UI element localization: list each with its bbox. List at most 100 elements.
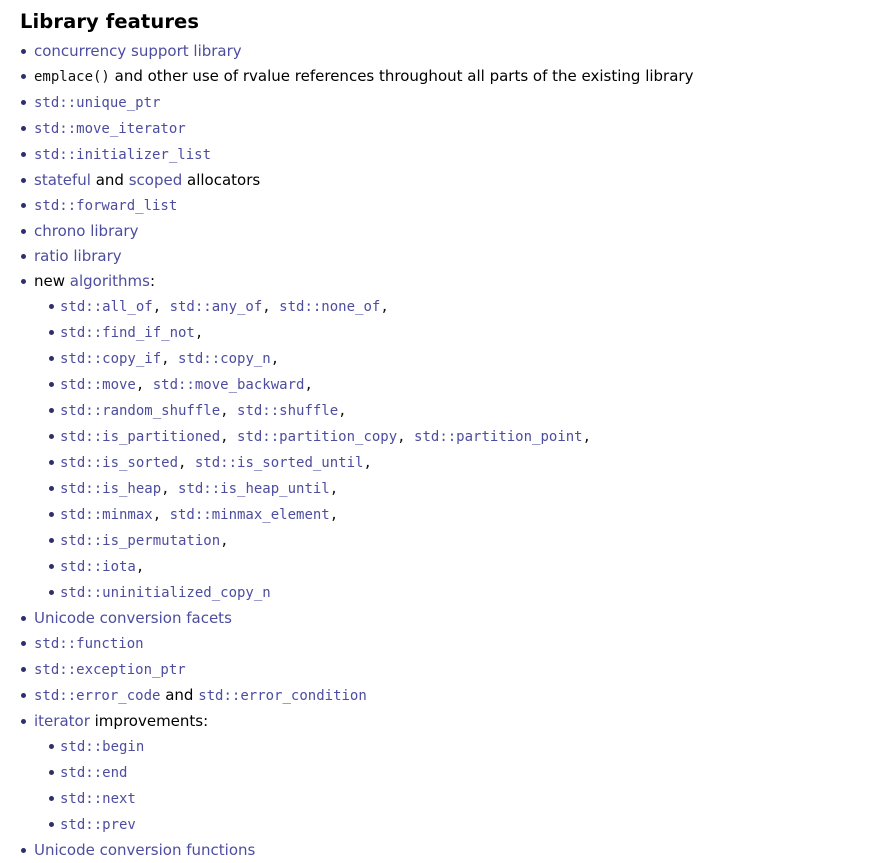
code-link[interactable]: std::is_permutation — [60, 533, 220, 549]
bullet-icon — [49, 330, 54, 335]
bullet-icon — [21, 616, 26, 621]
code-link[interactable]: std::forward_list — [34, 198, 177, 214]
list-item-iota: std::iota, — [46, 554, 869, 580]
list-item-stateful-scoped-allocators: stateful and scoped allocators — [20, 168, 869, 193]
code-text: , — [220, 403, 238, 419]
code-link[interactable]: std::end — [60, 765, 127, 781]
bullet-icon — [49, 744, 54, 749]
bullet-icon — [21, 74, 26, 79]
list-item-std-forward-list: std::forward_list — [20, 193, 869, 219]
link[interactable]: chrono library — [34, 222, 138, 240]
code-link[interactable]: std::iota — [60, 559, 136, 575]
list-item-std-next: std::next — [46, 786, 869, 812]
bullet-icon — [49, 770, 54, 775]
bullet-icon — [49, 486, 54, 491]
library-features-list: concurrency support library emplace() and… — [20, 39, 869, 863]
link[interactable]: iterator — [34, 712, 90, 730]
code-link[interactable]: std::initializer_list — [34, 147, 211, 163]
bullet-icon — [21, 719, 26, 724]
sublist-new-algorithms: std::all_of, std::any_of, std::none_of, s… — [46, 294, 869, 606]
link[interactable]: scoped — [129, 171, 183, 189]
link[interactable]: Unicode conversion facets — [34, 609, 232, 627]
code-text: , — [363, 455, 372, 471]
bullet-icon — [21, 254, 26, 259]
code-text: , — [178, 455, 195, 471]
code-link[interactable]: std::error_code — [34, 688, 160, 704]
sublist-container-iterator-improvements: std::beginstd::endstd::nextstd::prev — [20, 734, 869, 838]
code-link[interactable]: std::error_condition — [198, 688, 367, 704]
sublist-container-new-algorithms: std::all_of, std::any_of, std::none_of, s… — [20, 294, 869, 606]
library-features-page: Library features concurrency support lib… — [0, 0, 869, 863]
static-text: and — [160, 686, 199, 704]
bullet-icon — [49, 538, 54, 543]
code-link[interactable]: std::is_sorted_until — [195, 455, 364, 471]
code-link[interactable]: std::copy_if — [60, 351, 161, 367]
code-link[interactable]: std::move — [60, 377, 136, 393]
list-item-is-permutation: std::is_permutation, — [46, 528, 869, 554]
code-text: , — [220, 533, 229, 549]
code-link[interactable]: std::partition_point — [414, 429, 583, 445]
code-link[interactable]: std::none_of — [279, 299, 380, 315]
list-item-is-heap-is-heap-until: std::is_heap, std::is_heap_until, — [46, 476, 869, 502]
code-link[interactable]: std::begin — [60, 739, 144, 755]
code-text: , — [397, 429, 415, 445]
code-link[interactable]: std::shuffle — [237, 403, 338, 419]
list-item-emplace-rvalue-references: emplace() and other use of rvalue refere… — [20, 64, 869, 90]
list-item-is-sorted-is-sorted-until: std::is_sorted, std::is_sorted_until, — [46, 450, 869, 476]
code-text: , — [152, 299, 170, 315]
list-item-new-algorithms: new algorithms: — [20, 269, 869, 294]
code-link[interactable]: std::partition_copy — [237, 429, 397, 445]
link[interactable]: ratio library — [34, 247, 122, 265]
code-link[interactable]: std::function — [34, 636, 144, 652]
list-item-chrono-library: chrono library — [20, 219, 869, 244]
code-text: , — [329, 481, 339, 497]
bullet-icon — [21, 178, 26, 183]
code-link[interactable]: std::unique_ptr — [34, 95, 160, 111]
list-item-move-move-backward: std::move, std::move_backward, — [46, 372, 869, 398]
bullet-icon — [49, 304, 54, 309]
list-item-std-move-iterator: std::move_iterator — [20, 116, 869, 142]
code-text: , — [161, 481, 179, 497]
code-link[interactable]: std::is_partitioned — [60, 429, 220, 445]
list-item-std-exception-ptr: std::exception_ptr — [20, 657, 869, 683]
code-link[interactable]: std::next — [60, 791, 136, 807]
code-link[interactable]: std::is_heap — [60, 481, 161, 497]
code-link[interactable]: std::copy_n — [178, 351, 271, 367]
code-link[interactable]: std::minmax_element — [170, 507, 330, 523]
code-link[interactable]: std::is_heap_until — [178, 481, 330, 497]
code-text: , — [161, 351, 179, 367]
list-item-std-initializer-list: std::initializer_list — [20, 142, 869, 168]
bullet-icon — [21, 152, 26, 157]
bullet-icon — [49, 434, 54, 439]
code-link[interactable]: std::move_iterator — [34, 121, 186, 137]
bullet-icon — [49, 460, 54, 465]
list-item-random-shuffle-shuffle: std::random_shuffle, std::shuffle, — [46, 398, 869, 424]
list-item-std-prev: std::prev — [46, 812, 869, 838]
bullet-icon — [49, 408, 54, 413]
code-link[interactable]: std::exception_ptr — [34, 662, 186, 678]
list-item-uninitialized-copy-n: std::uninitialized_copy_n — [46, 580, 869, 606]
list-item-std-end: std::end — [46, 760, 869, 786]
link[interactable]: concurrency support library — [34, 42, 242, 60]
link[interactable]: stateful — [34, 171, 91, 189]
list-item-minmax-minmax-element: std::minmax, std::minmax_element, — [46, 502, 869, 528]
link[interactable]: Unicode conversion functions — [34, 841, 255, 859]
code-text: , — [220, 429, 238, 445]
code-link[interactable]: std::minmax — [60, 507, 153, 523]
code-link[interactable]: std::move_backward — [153, 377, 305, 393]
code-text: , — [270, 351, 280, 367]
bullet-icon — [49, 590, 54, 595]
code-link[interactable]: std::any_of — [170, 299, 263, 315]
code-text: , — [194, 325, 204, 341]
bullet-icon — [49, 796, 54, 801]
code-link[interactable]: std::random_shuffle — [60, 403, 220, 419]
bullet-icon — [49, 356, 54, 361]
link[interactable]: algorithms — [70, 272, 150, 290]
code-link[interactable]: std::is_sorted — [60, 455, 178, 471]
code-link[interactable]: std::all_of — [60, 299, 153, 315]
code-link[interactable]: std::uninitialized_copy_n — [60, 585, 271, 601]
code-link[interactable]: std::find_if_not — [60, 325, 195, 341]
bullet-icon — [21, 641, 26, 646]
code-link[interactable]: std::prev — [60, 817, 136, 833]
list-item-std-error-code-error-condition: std::error_code and std::error_condition — [20, 683, 869, 709]
